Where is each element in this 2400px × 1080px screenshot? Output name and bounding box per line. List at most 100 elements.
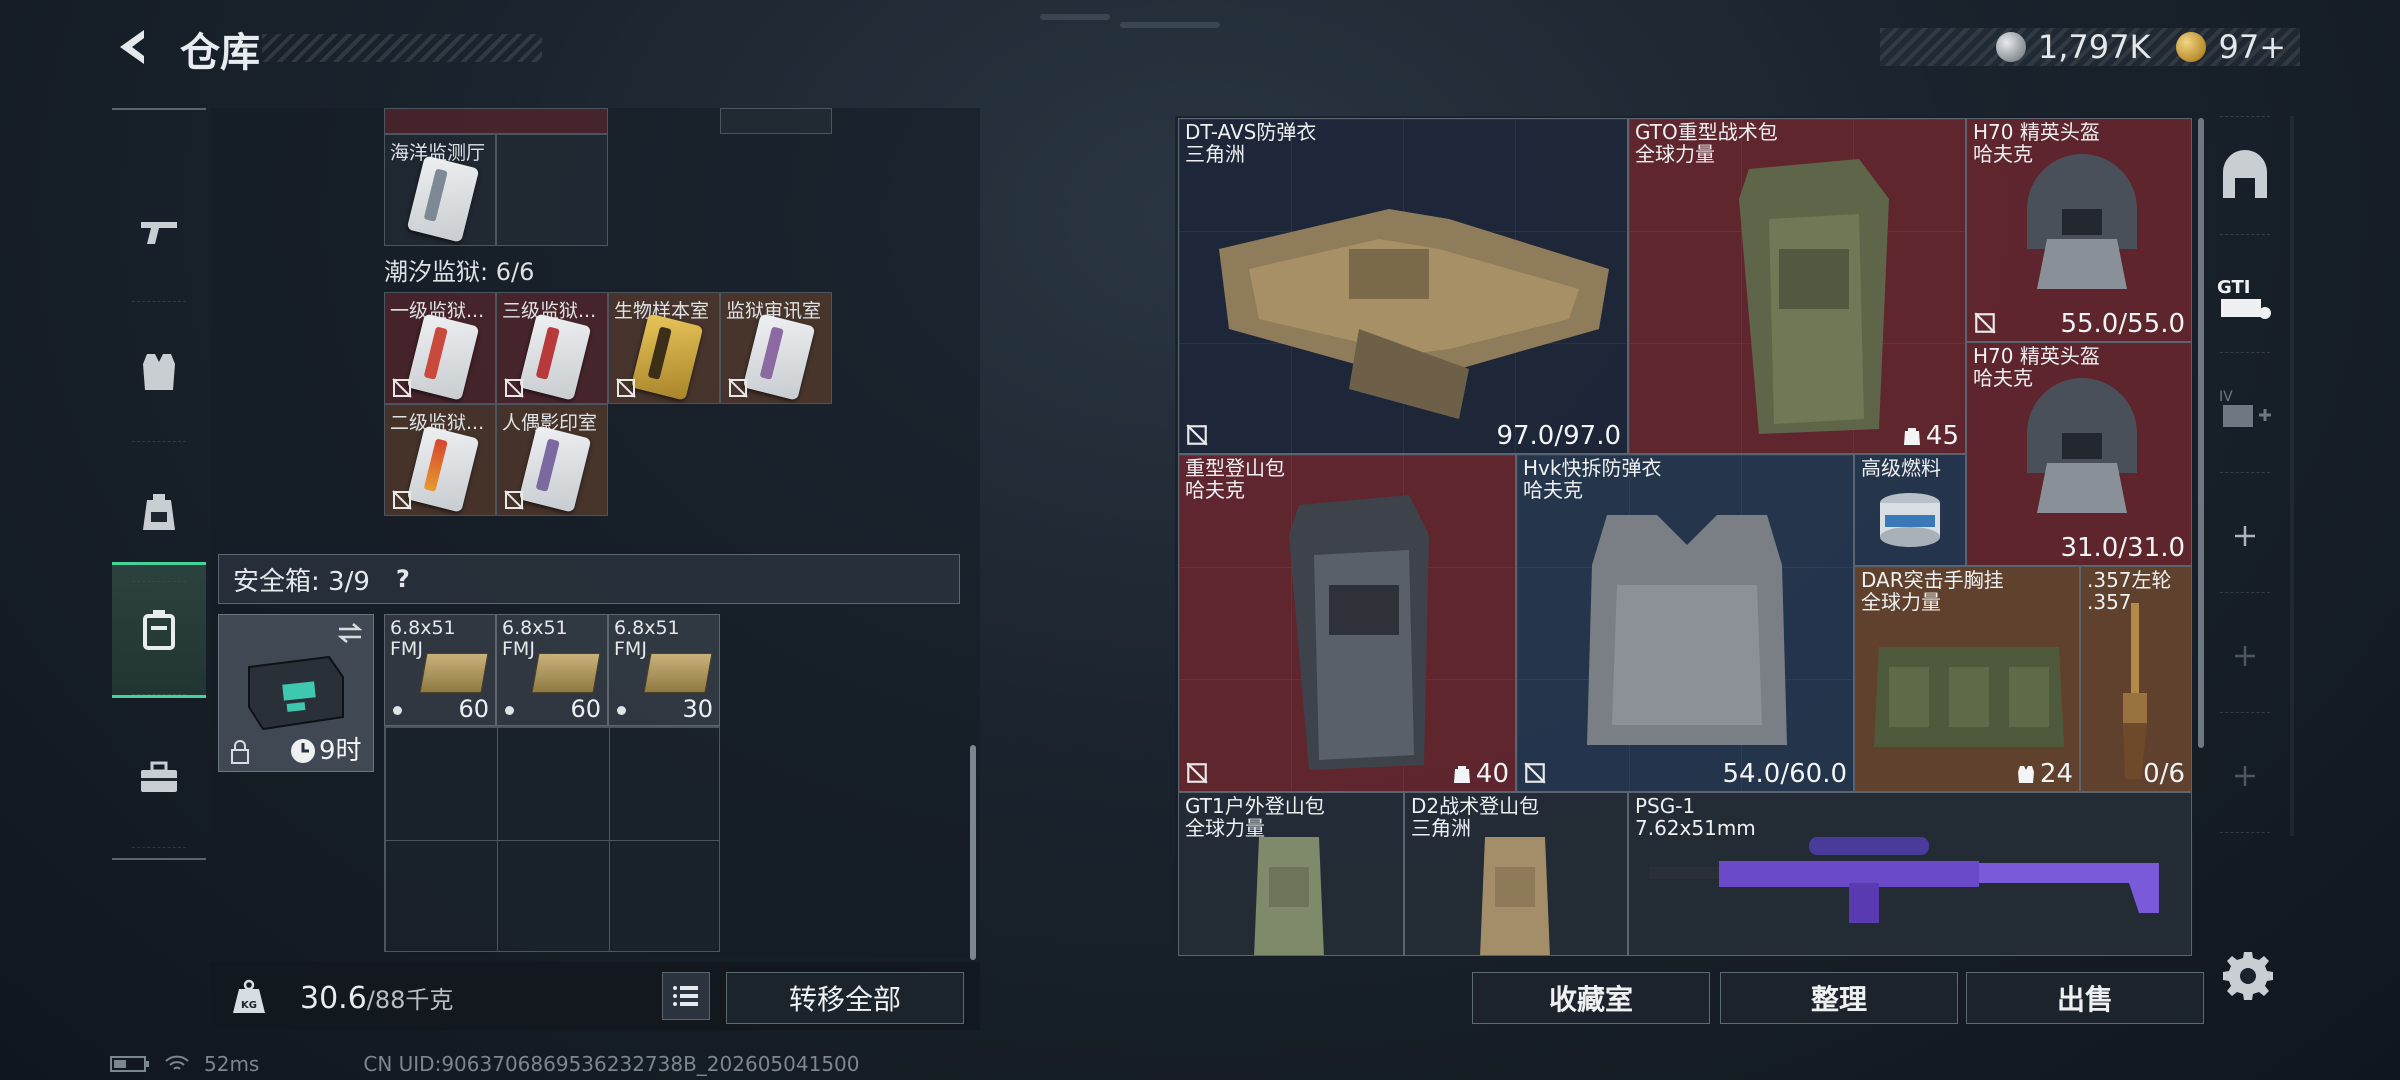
- backpack-item-icon: [1254, 837, 1324, 955]
- stash-item-backpack[interactable]: GTO重型战术包 全球力量 45: [1628, 118, 1966, 454]
- fuel-can-icon: [1880, 493, 1940, 547]
- stash-item-backpack[interactable]: GT1户外登山包 全球力量: [1178, 792, 1404, 956]
- keycard-icon: [518, 313, 592, 401]
- item-name: H70 精英头盔 哈夫克: [1973, 121, 2100, 165]
- nav-weapons[interactable]: [112, 162, 206, 302]
- keycard-icon: [406, 155, 480, 243]
- plus-icon: [2235, 766, 2255, 786]
- sell-button[interactable]: 出售: [1966, 972, 2204, 1024]
- pistol-icon: [141, 222, 177, 244]
- item-name: D2战术登山包 三角洲: [1411, 795, 1539, 839]
- ammo-box-icon: [531, 653, 601, 693]
- ammo-quantity: 60: [570, 695, 601, 723]
- safebox-timer: 9时: [319, 736, 362, 766]
- item-brand: 全球力量: [1861, 590, 1941, 614]
- silver-coin-icon: [1995, 32, 2026, 62]
- nav-backpacks[interactable]: [112, 442, 206, 582]
- stash-scrollbar[interactable]: [2198, 118, 2204, 748]
- add-filter-button[interactable]: [2215, 506, 2275, 566]
- no-insure-icon: [504, 490, 524, 510]
- stash-item-armor[interactable]: Hvk快拆防弹衣 哈夫克 54.0/60.0: [1516, 454, 1854, 792]
- keycard-slot-partial[interactable]: [720, 108, 832, 134]
- ammo-box-icon: [643, 653, 713, 693]
- stash-item-fuel[interactable]: 高级燃料: [1854, 454, 1966, 566]
- stash-item-chest-rig[interactable]: DAR突击手胸挂 全球力量 24: [1854, 566, 2080, 792]
- help-button[interactable]: ?: [396, 565, 410, 593]
- safebox-container[interactable]: 9时: [218, 614, 374, 772]
- item-title: GT1户外登山包: [1185, 794, 1325, 818]
- stash-item-helmet[interactable]: H70 精英头盔 哈夫克 55.0/55.0: [1966, 118, 2192, 342]
- back-button[interactable]: [110, 22, 160, 72]
- safebox-icon: [143, 610, 175, 650]
- keycard-slot[interactable]: 二级监狱...: [384, 404, 496, 516]
- item-brand: 哈夫克: [1973, 142, 2033, 166]
- collection-room-button[interactable]: 收藏室: [1472, 972, 1710, 1024]
- keycard-icon: [630, 313, 704, 401]
- ammo-caliber: 6.8x51: [390, 617, 456, 639]
- capacity-value: 40: [1475, 759, 1509, 789]
- ammo-caliber: 6.8x51: [614, 617, 680, 639]
- keycard-slot[interactable]: 监狱审讯室: [720, 292, 832, 404]
- filter-gti[interactable]: GTI: [2215, 268, 2275, 328]
- keycard-slot[interactable]: 三级监狱...: [496, 292, 608, 404]
- item-brand: 三角洲: [1411, 816, 1471, 840]
- stash-item-revolver[interactable]: .357左轮 .357 0/6: [2080, 566, 2192, 792]
- mountain-pack-icon: [1289, 495, 1429, 770]
- transfer-all-button[interactable]: 转移全部: [726, 972, 964, 1024]
- ammo-slot[interactable]: 6.8x51 FMJ 60: [384, 614, 496, 726]
- ammo-slot[interactable]: 6.8x51 FMJ 30: [608, 614, 720, 726]
- stash-item-backpack[interactable]: D2战术登山包 三角洲: [1404, 792, 1628, 956]
- ammo-type: FMJ: [390, 638, 423, 660]
- keycard-slot-partial[interactable]: [384, 108, 608, 134]
- weight-bar: KG 30.6/88千克 转移全部: [210, 962, 980, 1030]
- nav-tools[interactable]: [112, 708, 206, 848]
- ammo-caliber: 6.8x51: [502, 617, 568, 639]
- item-name: Hvk快拆防弹衣 哈夫克: [1523, 457, 1661, 501]
- no-insure-icon: [1524, 762, 1546, 784]
- empty-slot: [496, 134, 608, 246]
- inventory-scrollbar[interactable]: [970, 745, 976, 960]
- nav-safebox[interactable]: [112, 562, 206, 698]
- keycard-slot[interactable]: 海洋监测厅: [384, 134, 496, 246]
- item-brand: 全球力量: [1185, 816, 1265, 840]
- item-title: DT-AVS防弹衣: [1185, 120, 1317, 144]
- safebox-empty-grid[interactable]: [384, 726, 720, 952]
- keycard-icon: [406, 425, 480, 513]
- filter-armory[interactable]: [2215, 146, 2275, 206]
- ammo-dot-icon: [617, 706, 626, 715]
- ping-readout: 52ms: [204, 1052, 260, 1076]
- nav-armor[interactable]: [112, 302, 206, 442]
- keycard-slot[interactable]: 一级监狱...: [384, 292, 496, 404]
- helmet-icon: [2027, 378, 2137, 513]
- sort-button[interactable]: 整理: [1720, 972, 1958, 1024]
- helmet-icon: [2027, 154, 2137, 289]
- bg-decoration: [1120, 22, 1220, 28]
- stash-item-armor[interactable]: DT-AVS防弹衣 三角洲 97.0/97.0: [1178, 118, 1628, 454]
- add-filter-button[interactable]: [2215, 626, 2275, 686]
- settings-gear-icon[interactable]: [2222, 950, 2274, 1002]
- ammo-slot[interactable]: 6.8x51 FMJ 60: [496, 614, 608, 726]
- stash-item-rifle[interactable]: PSG-1 7.62x51mm: [1628, 792, 2192, 956]
- capacity-value: 45: [1925, 421, 1959, 451]
- no-insure-icon: [392, 378, 412, 398]
- durability: 54.0/60.0: [1722, 759, 1847, 789]
- list-icon: [673, 986, 698, 1006]
- medkit-icon: IV: [2219, 389, 2271, 427]
- add-filter-button[interactable]: [2215, 746, 2275, 806]
- list-view-button[interactable]: [662, 972, 710, 1020]
- ammo-type: FMJ: [614, 638, 647, 660]
- battery-icon: [110, 1056, 149, 1072]
- swap-icon[interactable]: [335, 621, 365, 645]
- backpack-icon: [143, 494, 175, 530]
- weight-max: /88千克: [366, 986, 454, 1014]
- ammo-quantity: 30: [682, 695, 713, 723]
- stash-item-backpack[interactable]: 重型登山包 哈夫克 40: [1178, 454, 1516, 792]
- item-brand: 三角洲: [1185, 142, 1245, 166]
- ammo-count: 0/6: [2143, 759, 2185, 789]
- keycard-slot[interactable]: 生物样本室: [608, 292, 720, 404]
- stash-item-helmet[interactable]: H70 精英头盔 哈夫克 31.0/31.0: [1966, 342, 2192, 566]
- weight-current: 30.6: [300, 981, 367, 1016]
- chest-rig-icon: [1874, 647, 2064, 747]
- filter-medical[interactable]: IV: [2215, 380, 2275, 440]
- keycard-slot[interactable]: 人偶影印室: [496, 404, 608, 516]
